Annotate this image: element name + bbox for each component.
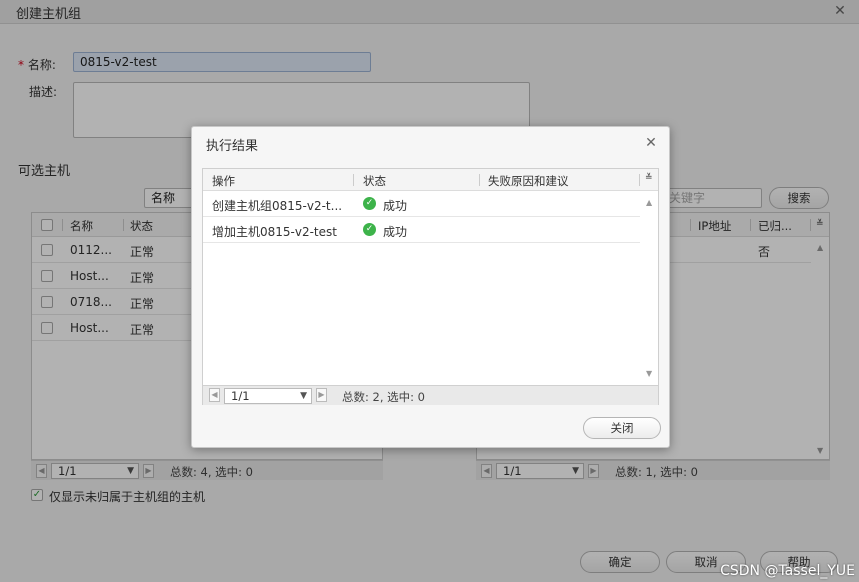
grid-header: 操作 状态 失败原因和建议 ≚ [203,169,658,191]
page-select[interactable]: 1/1 ▼ [224,388,312,404]
page-value: 1/1 [231,389,250,403]
close-button[interactable]: 关闭 [583,417,661,439]
operation-cell: 创建主机组0815-v2-t... [212,199,343,213]
table-row[interactable]: 创建主机组0815-v2-t... ✓ 成功 [203,191,640,217]
col-operation[interactable]: 操作 [212,173,235,189]
table-row[interactable]: 增加主机0815-v2-test ✓ 成功 [203,217,640,243]
grid-summary: 总数: 2, 选中: 0 [342,390,426,404]
column-separator [639,174,640,186]
success-icon: ✓ [363,197,376,210]
chevron-down-icon: ▼ [300,391,307,401]
status-cell: 成功 [383,199,408,213]
status-cell: 成功 [383,225,408,239]
prev-page-icon[interactable]: ◀ [209,388,220,402]
success-icon: ✓ [363,223,376,236]
column-menu-icon[interactable]: ≚ [645,173,653,183]
result-pager: ◀ 1/1 ▼ ▶ 总数: 2, 选中: 0 [203,385,658,405]
result-grid: 操作 状态 失败原因和建议 ≚ 创建主机组0815-v2-t... ✓ 成功 增… [202,168,659,405]
col-status[interactable]: 状态 [363,173,386,189]
modal-title: 执行结果 [206,139,259,154]
column-separator [479,174,480,186]
scroll-down-icon[interactable]: ▼ [646,369,652,378]
next-page-icon[interactable]: ▶ [316,388,327,402]
column-separator [353,174,354,186]
result-modal: 执行结果 ✕ 操作 状态 失败原因和建议 ≚ 创建主机组0815-v2-t...… [191,126,670,448]
watermark: CSDN @Tassel_YUE [720,563,855,579]
scroll-up-icon[interactable]: ▲ [646,198,652,207]
operation-cell: 增加主机0815-v2-test [212,225,337,239]
col-reason[interactable]: 失败原因和建议 [488,173,569,189]
close-icon[interactable]: ✕ [643,135,659,151]
